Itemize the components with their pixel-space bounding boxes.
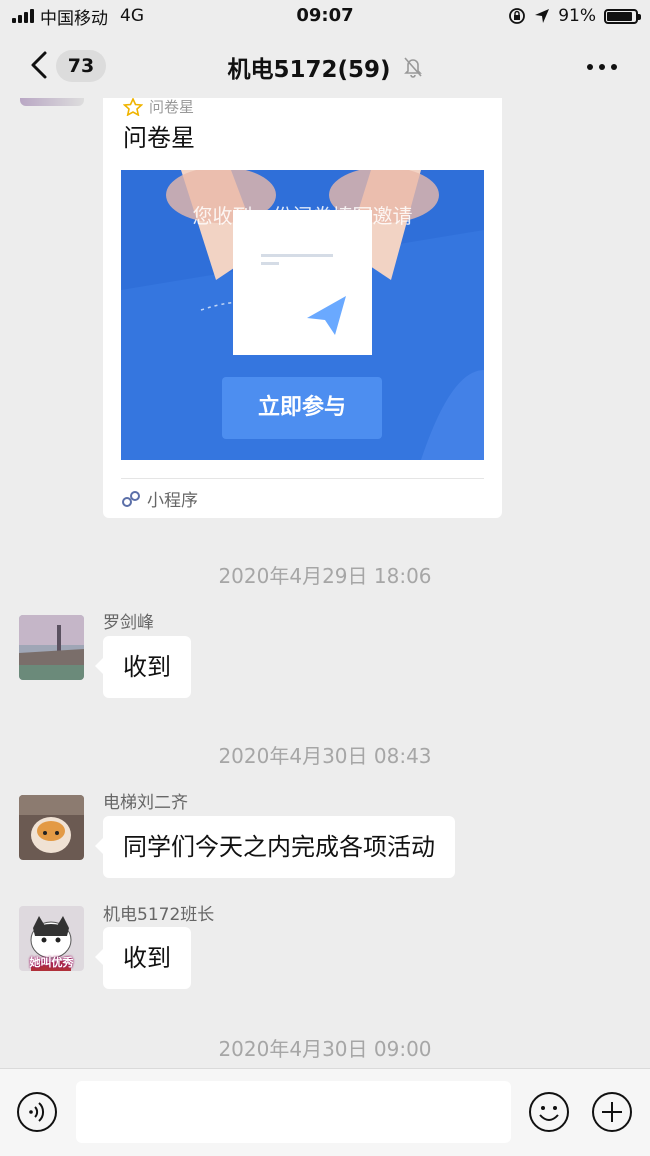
sender-name: 罗剑峰	[103, 613, 154, 633]
emoji-icon[interactable]	[528, 1091, 570, 1133]
status-bar: 中国移动 4G 09:07 91%	[0, 0, 650, 34]
chat-header: 73 机电5172(59)	[0, 34, 650, 98]
avatar[interactable]	[19, 795, 84, 860]
card-source-label: 问卷星	[149, 98, 195, 116]
orientation-lock-icon	[509, 8, 526, 24]
message-timestamp: 2020年4月29日 18:06	[218, 564, 432, 588]
card-title: 问卷星	[123, 124, 195, 152]
card-source: 问卷星	[123, 98, 194, 117]
mini-program-icon	[122, 490, 140, 507]
mini-program-label: 小程序	[147, 491, 198, 511]
chat-title-wrap: 机电5172(59)	[0, 50, 650, 84]
status-right: 91%	[508, 5, 641, 27]
avatar[interactable]: 她叫优秀	[19, 906, 84, 971]
message-bubble[interactable]: 收到	[95, 636, 191, 698]
add-more-icon[interactable]	[591, 1091, 633, 1133]
message-timestamp: 2020年4月30日 09:00	[218, 1037, 432, 1061]
message-bubble[interactable]: 同学们今天之内完成各项活动	[95, 816, 455, 878]
card-divider	[121, 478, 484, 479]
sender-name: 电梯刘二齐	[103, 793, 188, 813]
sender-name: 机电5172班长	[103, 905, 215, 925]
avatar[interactable]	[19, 615, 84, 680]
join-now-button[interactable]: 立即参与	[222, 377, 382, 439]
voice-input-icon[interactable]	[16, 1091, 58, 1133]
chat-title: 机电5172(59)	[227, 57, 391, 83]
star-icon	[123, 98, 143, 116]
message-bubble[interactable]: 收到	[95, 927, 191, 989]
more-options-icon[interactable]	[584, 58, 620, 76]
message-timestamp: 2020年4月30日 08:43	[218, 744, 432, 768]
input-bar	[0, 1068, 650, 1156]
mini-program-card[interactable]: 问卷星 问卷星 您收到一份问卷填写邀请 立即参与 小程序	[103, 98, 502, 518]
message-input[interactable]	[76, 1081, 511, 1143]
location-icon	[535, 9, 550, 23]
battery-icon	[604, 8, 641, 24]
muted-bell-icon	[403, 57, 422, 78]
avatar[interactable]	[20, 98, 84, 106]
card-image-caption: 您收到一份问卷填写邀请	[192, 204, 413, 228]
avatar-caption: 她叫优秀	[29, 956, 74, 969]
message-list[interactable]: 问卷星 问卷星 您收到一份问卷填写邀请 立即参与 小程序 2020年4月29日 …	[0, 98, 650, 1068]
card-footer: 小程序	[121, 486, 198, 511]
card-thumbnail[interactable]: 您收到一份问卷填写邀请 立即参与	[121, 170, 484, 460]
battery-percent: 91%	[558, 6, 596, 26]
